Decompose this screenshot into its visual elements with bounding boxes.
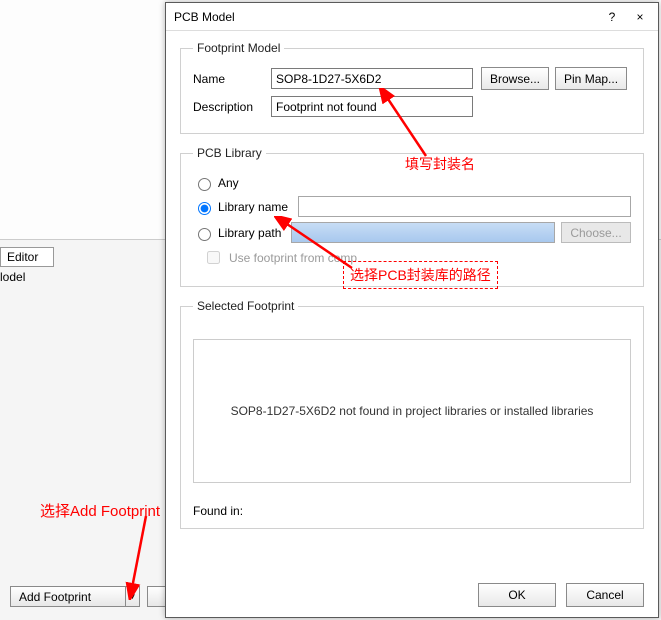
- add-footprint-dropdown-icon[interactable]: ▼: [125, 587, 139, 606]
- radio-library-name-label: Library name: [218, 200, 288, 214]
- found-in-label: Found in:: [193, 504, 243, 518]
- small-aux-button[interactable]: [147, 586, 167, 607]
- ok-button[interactable]: OK: [478, 583, 556, 607]
- tab-editor[interactable]: Editor: [0, 247, 54, 267]
- browse-button[interactable]: Browse...: [481, 67, 549, 90]
- pcb-model-dialog: PCB Model ? × Footprint Model Name Brows…: [165, 2, 659, 618]
- use-footprint-checkbox: [207, 251, 220, 264]
- radio-library-name[interactable]: [198, 202, 211, 215]
- pcb-library-group: PCB Library Any Library name Library pat…: [180, 146, 644, 287]
- cancel-button[interactable]: Cancel: [566, 583, 644, 607]
- dialog-title: PCB Model: [174, 10, 598, 24]
- radio-any[interactable]: [198, 178, 211, 191]
- pinmap-button[interactable]: Pin Map...: [555, 67, 627, 90]
- footprint-model-group: Footprint Model Name Browse... Pin Map..…: [180, 41, 644, 134]
- use-footprint-label: Use footprint from comp: [229, 251, 357, 265]
- library-path-input[interactable]: [291, 222, 555, 243]
- name-input[interactable]: [271, 68, 473, 89]
- pcb-library-legend: PCB Library: [193, 146, 266, 160]
- choose-button: Choose...: [561, 222, 631, 243]
- library-name-input[interactable]: [298, 196, 631, 217]
- close-icon[interactable]: ×: [626, 6, 654, 28]
- dialog-titlebar[interactable]: PCB Model ? ×: [166, 3, 658, 31]
- radio-library-path-label: Library path: [218, 226, 281, 240]
- selected-footprint-group: Selected Footprint SOP8-1D27-5X6D2 not f…: [180, 299, 644, 529]
- description-label: Description: [193, 100, 271, 114]
- name-label: Name: [193, 72, 271, 86]
- help-icon[interactable]: ?: [598, 6, 626, 28]
- radio-any-label: Any: [218, 176, 239, 190]
- description-input[interactable]: [271, 96, 473, 117]
- panel-label-fragment: lodel: [0, 270, 48, 286]
- selected-footprint-legend: Selected Footprint: [193, 299, 298, 313]
- footprint-model-legend: Footprint Model: [193, 41, 284, 55]
- footprint-preview: SOP8-1D27-5X6D2 not found in project lib…: [193, 339, 631, 483]
- notfound-message: SOP8-1D27-5X6D2 not found in project lib…: [231, 404, 594, 418]
- add-footprint-button[interactable]: Add Footprint ▼: [10, 586, 140, 607]
- tab-editor-label: Editor: [7, 250, 38, 264]
- radio-library-path[interactable]: [198, 228, 211, 241]
- dialog-body: Footprint Model Name Browse... Pin Map..…: [166, 31, 658, 617]
- add-footprint-label: Add Footprint: [11, 590, 125, 604]
